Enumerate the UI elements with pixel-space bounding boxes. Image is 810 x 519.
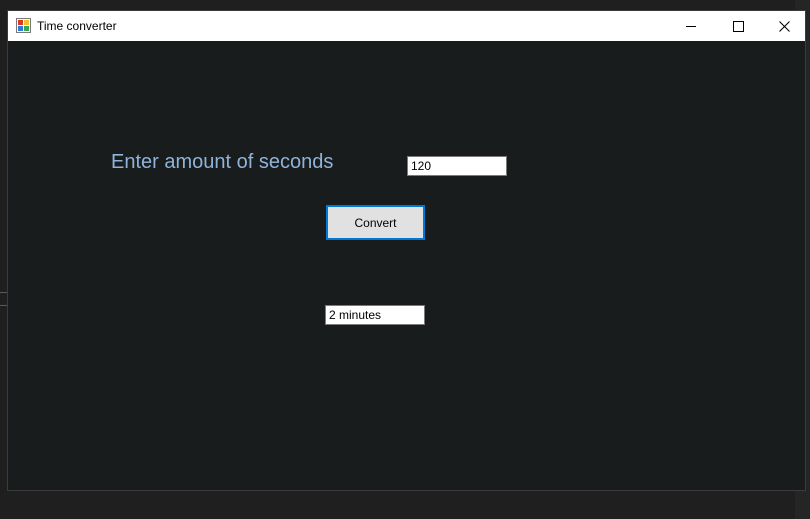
- convert-button[interactable]: Convert: [326, 205, 425, 240]
- window-title: Time converter: [37, 19, 117, 33]
- minimize-icon: [685, 25, 696, 27]
- close-button[interactable]: [761, 11, 807, 41]
- winforms-app-icon: [16, 18, 31, 33]
- seconds-prompt-label: Enter amount of seconds: [111, 151, 334, 173]
- maximize-icon: [732, 20, 744, 32]
- seconds-input[interactable]: [407, 156, 507, 176]
- result-output[interactable]: [325, 305, 425, 325]
- close-icon: [778, 20, 790, 32]
- maximize-button[interactable]: [715, 11, 761, 41]
- minimize-button[interactable]: [668, 11, 714, 41]
- background-divider: [0, 292, 7, 293]
- form-client-area: Enter amount of seconds Convert: [8, 41, 805, 490]
- background-divider: [0, 305, 7, 306]
- convert-button-label: Convert: [354, 215, 397, 230]
- desktop: Time converter Enter amount of seconds 1…: [0, 0, 810, 519]
- title-bar[interactable]: Time converter: [8, 11, 805, 41]
- app-window: Time converter Enter amount of seconds 1…: [7, 10, 806, 491]
